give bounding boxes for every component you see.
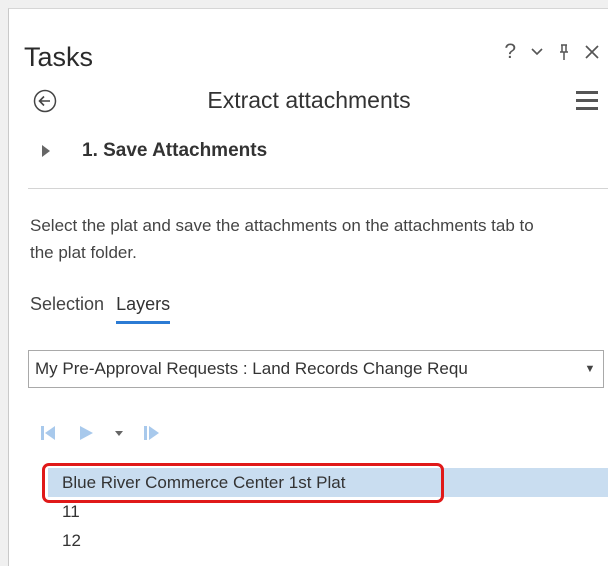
- step-label: 1. Save Attachments: [82, 140, 268, 161]
- tab-layers[interactable]: Layers: [116, 294, 171, 324]
- chevron-down-icon[interactable]: [530, 47, 544, 57]
- close-icon[interactable]: [584, 44, 600, 60]
- expand-caret-icon[interactable]: [42, 145, 50, 157]
- feature-list: Blue River Commerce Center 1st Plat 11 1…: [48, 468, 608, 555]
- divider: [28, 188, 608, 189]
- dropdown-small-icon[interactable]: [114, 428, 124, 438]
- step-instructions: Select the plat and save the attachments…: [30, 216, 534, 262]
- list-item[interactable]: 12: [48, 526, 608, 555]
- play-icon[interactable]: [76, 423, 96, 443]
- pin-icon[interactable]: [558, 43, 570, 61]
- task-name: Extract attachments: [207, 87, 411, 113]
- step-header[interactable]: 1. Save Attachments: [42, 140, 267, 162]
- pane-title: Tasks: [24, 42, 94, 72]
- layer-dropdown[interactable]: My Pre-Approval Requests : Land Records …: [28, 350, 604, 388]
- menu-icon[interactable]: [576, 91, 598, 111]
- help-button[interactable]: ?: [504, 40, 516, 64]
- next-feature-icon[interactable]: [142, 423, 162, 443]
- pane-title-controls: ?: [504, 40, 600, 64]
- previous-feature-icon[interactable]: [38, 423, 58, 443]
- dropdown-arrow-icon[interactable]: ▼: [577, 351, 603, 387]
- layer-dropdown-value: My Pre-Approval Requests : Land Records …: [35, 359, 468, 378]
- feature-navigation: [38, 423, 162, 443]
- list-item[interactable]: 11: [48, 497, 608, 526]
- tab-bar: Selection Layers: [30, 294, 171, 324]
- list-item[interactable]: Blue River Commerce Center 1st Plat: [48, 468, 608, 497]
- tab-selection[interactable]: Selection: [30, 294, 104, 324]
